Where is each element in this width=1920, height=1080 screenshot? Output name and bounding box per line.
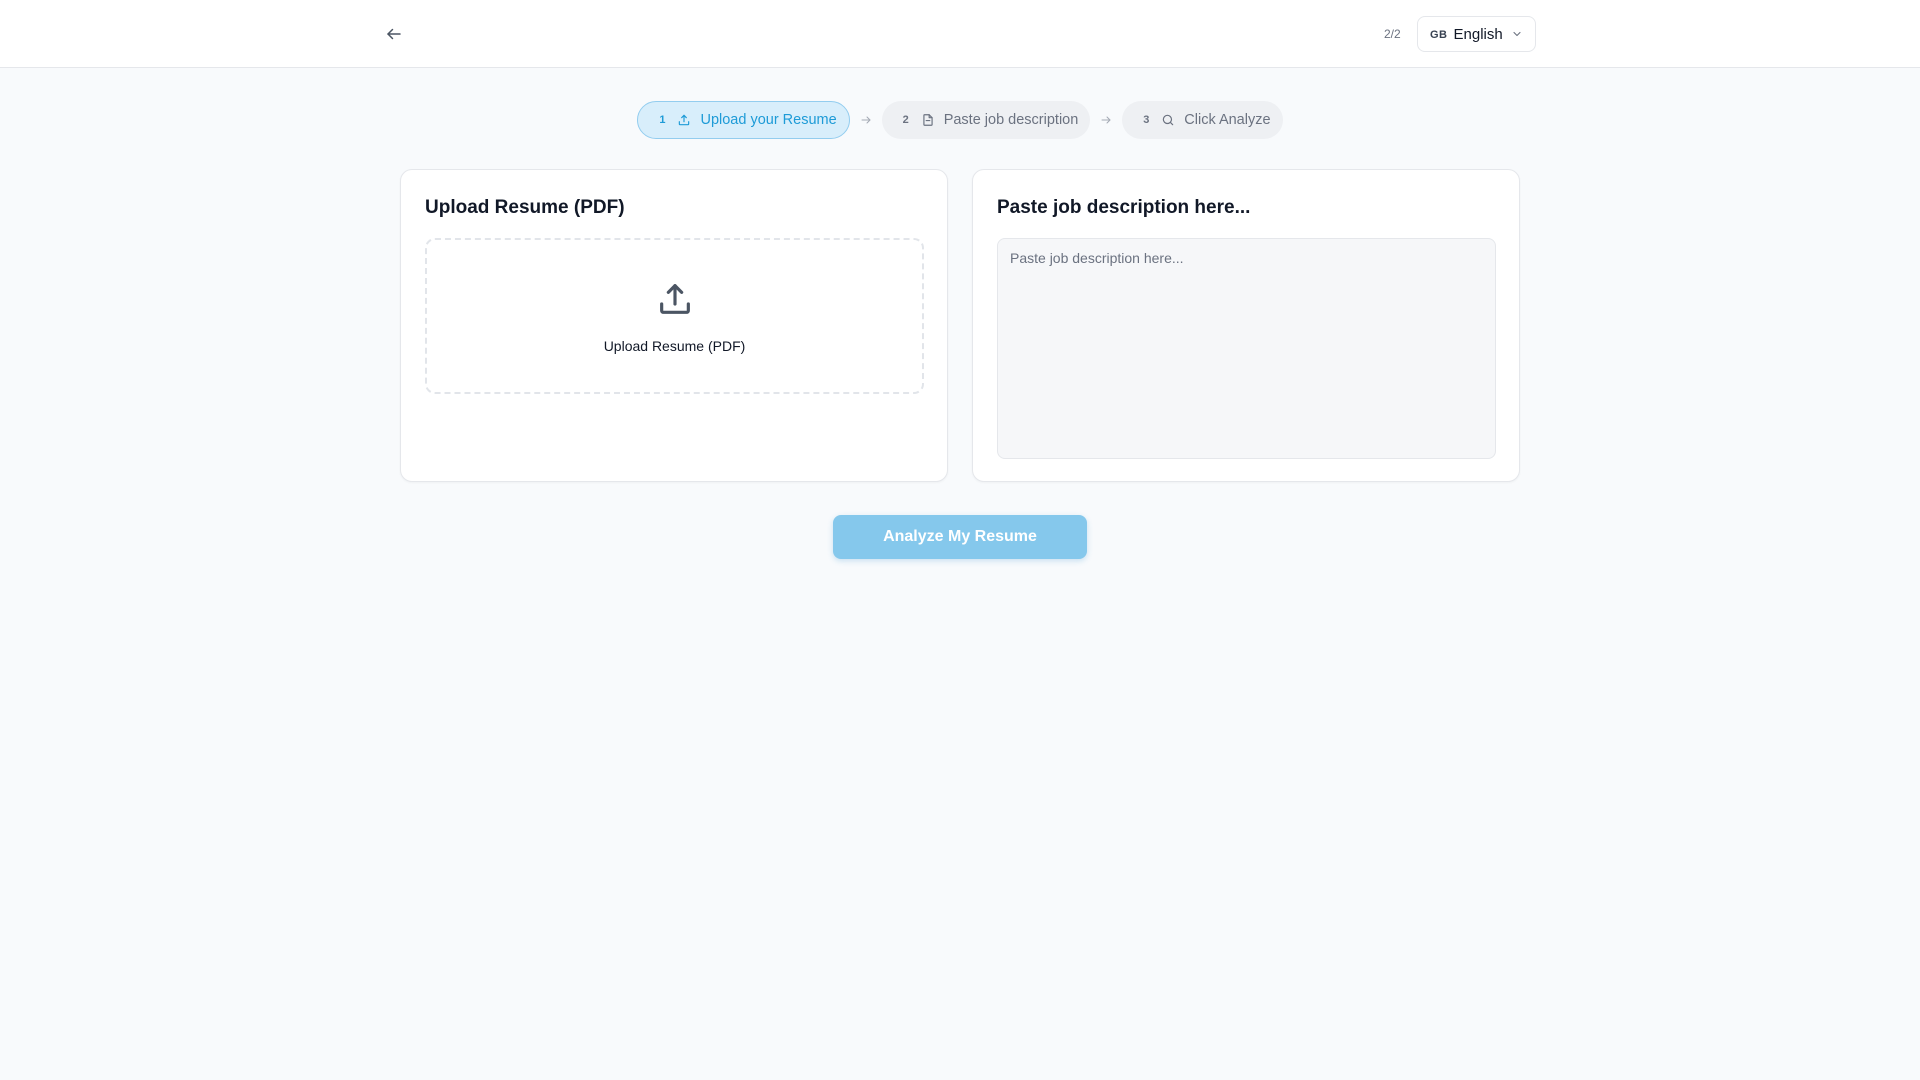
arrow-left-icon xyxy=(387,28,401,40)
document-icon xyxy=(921,113,935,127)
step-label: Upload your Resume xyxy=(700,112,837,128)
language-select[interactable]: GB English xyxy=(1417,16,1536,52)
job-description-card: Paste job description here... xyxy=(972,169,1520,482)
dropzone-label: Upload Resume (PDF) xyxy=(603,337,746,354)
step-number: 2 xyxy=(902,114,909,126)
step-progress: 1 Upload your Resume 2 Paste job descrip… xyxy=(0,101,1920,139)
job-card-title: Paste job description here... xyxy=(997,197,1251,218)
flag-icon: GB xyxy=(1430,29,1448,41)
upload-icon xyxy=(677,113,691,127)
search-icon xyxy=(1161,113,1175,127)
arrow-right-icon xyxy=(1100,114,1112,126)
upload-icon xyxy=(655,279,695,324)
resume-dropzone[interactable]: Upload Resume (PDF) xyxy=(425,238,924,394)
step-number: 3 xyxy=(1143,114,1150,126)
step-label: Click Analyze xyxy=(1184,112,1271,128)
upload-resume-card: Upload Resume (PDF) Upload Resume (PDF) xyxy=(400,169,948,482)
upload-card-title: Upload Resume (PDF) xyxy=(425,197,625,218)
step-upload-resume[interactable]: 1 Upload your Resume xyxy=(637,101,850,139)
language-label: English xyxy=(1453,25,1503,43)
step-paste-job-description[interactable]: 2 Paste job description xyxy=(881,101,1091,139)
arrow-right-icon xyxy=(860,114,872,126)
page-count: 2/2 xyxy=(1384,27,1401,41)
step-number: 1 xyxy=(659,114,666,126)
step-click-analyze[interactable]: 3 Click Analyze xyxy=(1122,101,1283,139)
top-bar: 2/2 GB English xyxy=(0,0,1920,68)
job-description-input[interactable] xyxy=(997,238,1496,459)
analyze-resume-button[interactable]: Analyze My Resume xyxy=(833,515,1087,559)
back-button[interactable] xyxy=(380,20,408,48)
step-label: Paste job description xyxy=(943,112,1079,128)
chevron-down-icon xyxy=(1511,28,1523,40)
